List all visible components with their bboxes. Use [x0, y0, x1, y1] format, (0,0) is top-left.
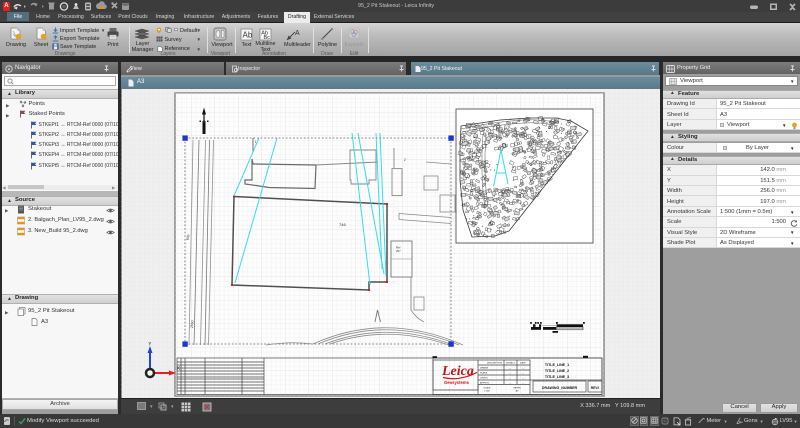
svg-text:PLANS: PLANS	[480, 372, 488, 375]
svg-text:CHECK: CHECK	[480, 378, 488, 380]
svg-text:Ab: Ab	[243, 30, 253, 39]
svg-text:A: A	[295, 30, 300, 37]
svg-text:REV#: REV#	[591, 386, 600, 390]
svg-text:746: 746	[339, 222, 346, 227]
svg-text:Bc: Bc	[264, 35, 271, 41]
svg-text:TITLE_LINE_2: TITLE_LINE_2	[545, 369, 569, 373]
svg-text:DETAILS: DETAILS	[506, 362, 515, 365]
svg-text:Y: Y	[148, 342, 152, 348]
svg-text:Rte: Rte	[186, 234, 190, 240]
svg-text:SCALE: SCALE	[483, 387, 491, 390]
svg-text:257: 257	[396, 249, 401, 253]
svg-text:DATE: DATE	[520, 362, 526, 365]
svg-text:DRAWN: DRAWN	[480, 367, 489, 370]
svg-text:Geosystems: Geosystems	[444, 380, 470, 385]
svg-text:TITLE_LINE_3: TITLE_LINE_3	[545, 375, 569, 379]
svg-text:2: 2	[404, 158, 406, 162]
svg-text:APPROV: APPROV	[480, 382, 490, 385]
svg-text:DRAWING_NUMBER: DRAWING_NUMBER	[542, 386, 578, 390]
svg-text:X: X	[177, 366, 181, 372]
svg-text:1:500: 1:500	[484, 391, 490, 393]
svg-text:PAPER: PAPER	[513, 387, 521, 390]
svg-text:DESCRIPTION: DESCRIPTION	[487, 363, 502, 365]
svg-text:Leica: Leica	[441, 364, 474, 379]
svg-text:2560: 2560	[190, 320, 195, 328]
svg-text:TITLE_LINE_1: TITLE_LINE_1	[545, 363, 569, 367]
